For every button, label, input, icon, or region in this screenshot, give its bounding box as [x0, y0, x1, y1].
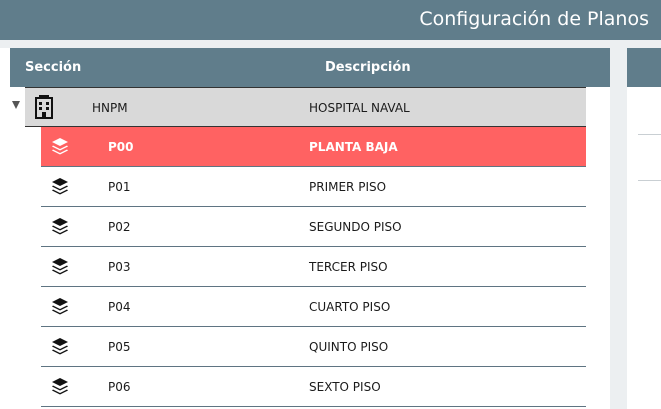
row-description: SEGUNDO PISO [309, 220, 402, 234]
tree-row-child[interactable]: P05 QUINTO PISO [41, 327, 586, 367]
row-code: P04 [108, 300, 131, 314]
layers-icon [51, 297, 69, 318]
column-header-descripcion[interactable]: Descripción [325, 60, 411, 75]
layers-icon [51, 217, 69, 238]
tree-row-child[interactable]: P01 PRIMER PISO [41, 167, 586, 207]
layers-icon [51, 177, 69, 198]
row-code: P05 [108, 340, 131, 354]
tree-row-child[interactable]: P02 SEGUNDO PISO [41, 207, 586, 247]
right-panel [627, 87, 661, 409]
page-title: Configuración de Planos [419, 8, 649, 30]
row-code: P02 [108, 220, 131, 234]
panel-gap [0, 40, 661, 48]
row-description: PRIMER PISO [309, 180, 387, 194]
tree-row-child[interactable]: P06 SEXTO PISO [41, 367, 586, 407]
row-code: HNPM [92, 101, 128, 115]
column-header-seccion[interactable]: Sección [25, 60, 81, 75]
table-header: Sección Descripción [10, 48, 610, 87]
tree-row-parent[interactable]: HNPM HOSPITAL NAVAL [25, 87, 586, 127]
tree-row-child[interactable]: P00 PLANTA BAJA [41, 127, 586, 167]
layers-icon [51, 377, 69, 398]
layers-icon [51, 337, 69, 358]
top-bar: Configuración de Planos [0, 0, 661, 40]
tree-row-child[interactable]: P03 TERCER PISO [41, 247, 586, 287]
right-panel-header [627, 48, 661, 87]
row-description: CUARTO PISO [309, 300, 391, 314]
building-icon [34, 95, 54, 122]
row-code: P03 [108, 260, 131, 274]
row-description: QUINTO PISO [309, 340, 389, 354]
row-description: HOSPITAL NAVAL [309, 101, 410, 115]
right-panel-divider [638, 180, 661, 181]
tree-row-child[interactable]: P04 CUARTO PISO [41, 287, 586, 327]
layers-icon [51, 137, 69, 158]
row-code: P06 [108, 380, 131, 394]
left-edge [0, 48, 10, 409]
layers-icon [51, 257, 69, 278]
panel-divider [610, 48, 627, 409]
collapse-toggle-icon[interactable] [12, 101, 20, 109]
row-description: PLANTA BAJA [309, 140, 398, 154]
row-description: TERCER PISO [309, 260, 388, 274]
right-panel-divider [638, 134, 661, 135]
row-code: P01 [108, 180, 131, 194]
row-description: SEXTO PISO [309, 380, 381, 394]
row-code: P00 [108, 140, 134, 154]
